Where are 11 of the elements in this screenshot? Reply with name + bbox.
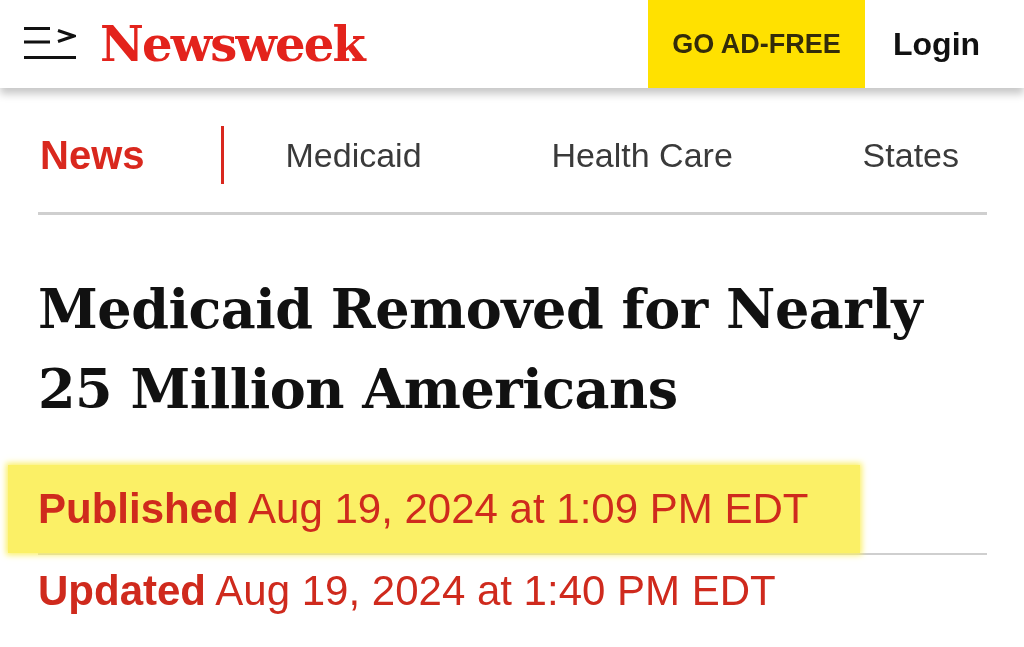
nav-tab[interactable]: News <box>40 132 145 178</box>
nav-tab[interactable]: Health Care <box>551 135 733 175</box>
login-link[interactable]: Login <box>865 25 1024 63</box>
newsweek-logo[interactable]: Newsweek <box>100 16 364 72</box>
nav-tab[interactable]: States <box>862 135 959 175</box>
date-line: Updated Aug 19, 2024 at 1:40 PM EDT <box>38 566 776 616</box>
menu-icon[interactable] <box>24 27 76 59</box>
date-line: Published Aug 19, 2024 at 1:09 PM EDT <box>38 484 809 534</box>
article-headline: Medicaid Removed for Nearly 25 Million Americans <box>38 276 925 423</box>
nav-tab[interactable]: Medicaid <box>285 135 422 175</box>
go-ad-free-button[interactable]: GO AD-FREE <box>648 0 865 88</box>
